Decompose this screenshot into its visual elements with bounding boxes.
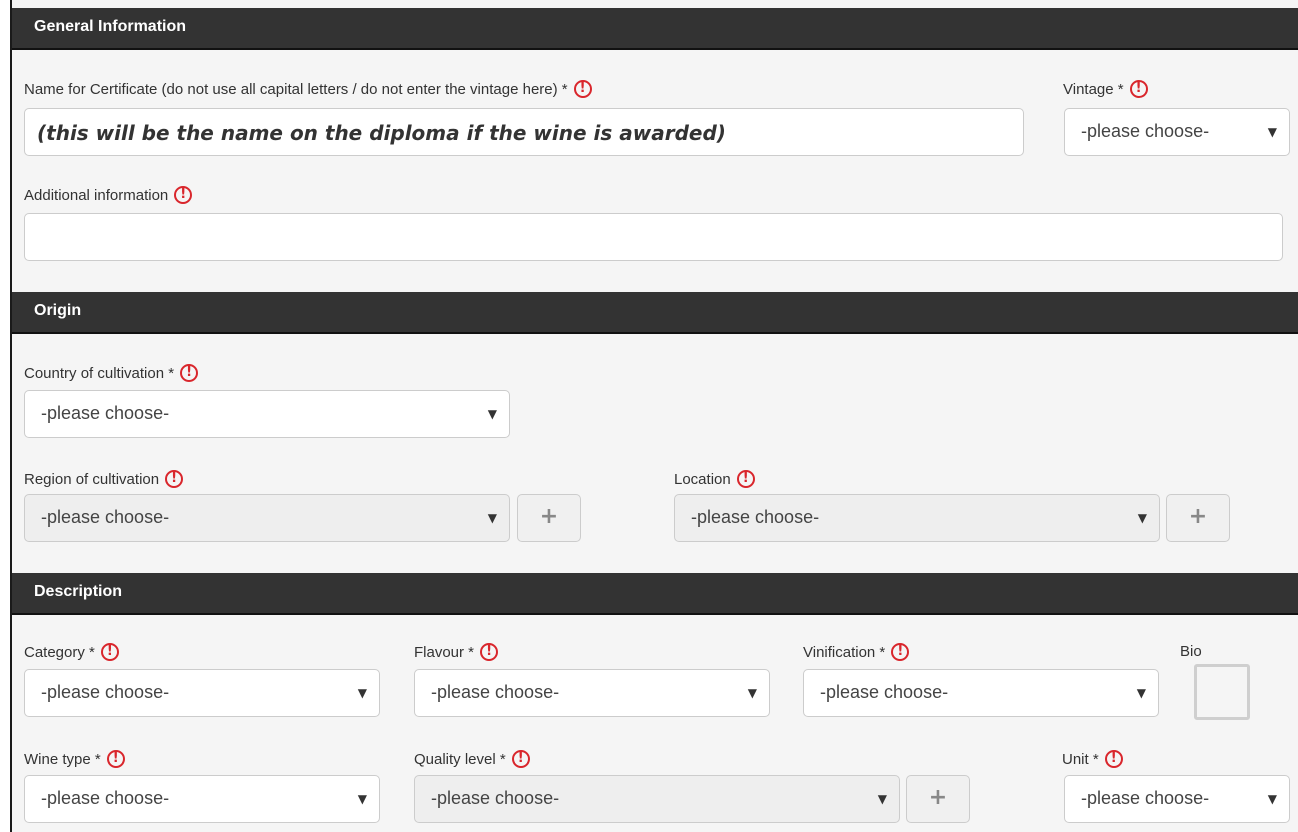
warning-icon[interactable]: ! — [106, 750, 125, 768]
region-select-value: -please choose- — [41, 507, 170, 527]
category-select[interactable]: -please choose- ▼ — [24, 669, 380, 717]
bio-checkbox[interactable] — [1194, 664, 1250, 720]
vintage-label-text: Vintage * — [1063, 80, 1124, 98]
warning-icon[interactable]: ! — [100, 643, 119, 661]
warning-icon[interactable]: ! — [180, 364, 199, 382]
vintage-label: Vintage * ! — [1063, 80, 1148, 98]
name-certificate-input[interactable]: (this will be the name on the diploma if… — [24, 108, 1024, 156]
vinification-select-value: -please choose- — [820, 682, 949, 702]
flavour-label-text: Flavour * — [414, 643, 475, 661]
quality-level-select[interactable]: -please choose- ▼ — [414, 775, 900, 823]
additional-info-label-text: Additional information — [24, 186, 169, 204]
chevron-down-icon: ▼ — [877, 792, 887, 806]
vintage-select-value: -please choose- — [1081, 121, 1210, 141]
name-certificate-label: Name for Certificate (do not use all cap… — [24, 80, 592, 98]
section-header-origin: Origin — [12, 292, 1298, 334]
warning-icon[interactable]: ! — [1104, 750, 1123, 768]
wine-type-select-value: -please choose- — [41, 788, 170, 808]
warning-icon[interactable]: ! — [891, 643, 910, 661]
quality-level-label: Quality level * ! — [414, 750, 530, 768]
region-select[interactable]: -please choose- ▼ — [24, 494, 510, 542]
chevron-down-icon: ▼ — [1267, 125, 1277, 139]
category-label-text: Category * — [24, 643, 95, 661]
warning-icon[interactable]: ! — [573, 80, 592, 98]
chevron-down-icon: ▼ — [1267, 792, 1277, 806]
vintage-select[interactable]: -please choose- ▼ — [1064, 108, 1290, 156]
form-panel: General Information Name for Certificate… — [10, 0, 1298, 832]
additional-info-label: Additional information ! — [24, 186, 193, 204]
country-label: Country of cultivation * ! — [24, 364, 199, 382]
unit-select-value: -please choose- — [1081, 788, 1210, 808]
category-label: Category * ! — [24, 643, 119, 661]
chevron-down-icon: ▼ — [747, 686, 757, 700]
unit-label: Unit * ! — [1062, 750, 1123, 768]
chevron-down-icon: ▼ — [487, 407, 497, 421]
vinification-select[interactable]: -please choose- ▼ — [803, 669, 1159, 717]
country-select[interactable]: -please choose- ▼ — [24, 390, 510, 438]
quality-level-select-value: -please choose- — [431, 788, 560, 808]
unit-label-text: Unit * — [1062, 750, 1099, 768]
name-certificate-label-text: Name for Certificate (do not use all cap… — [24, 80, 568, 98]
location-select[interactable]: -please choose- ▼ — [674, 494, 1160, 542]
chevron-down-icon: ▼ — [357, 686, 367, 700]
chevron-down-icon: ▼ — [1136, 686, 1146, 700]
section-header-description: Description — [12, 573, 1298, 615]
location-label: Location ! — [674, 470, 755, 488]
vinification-label: Vinification * ! — [803, 643, 910, 661]
warning-icon[interactable]: ! — [480, 643, 499, 661]
warning-icon[interactable]: ! — [165, 470, 184, 488]
location-label-text: Location — [674, 470, 731, 488]
location-select-value: -please choose- — [691, 507, 820, 527]
vinification-label-text: Vinification * — [803, 643, 886, 661]
wine-type-label-text: Wine type * — [24, 750, 101, 768]
warning-icon[interactable]: ! — [736, 470, 755, 488]
add-region-button[interactable]: + — [517, 494, 581, 542]
country-label-text: Country of cultivation * — [24, 364, 175, 382]
chevron-down-icon: ▼ — [1137, 511, 1147, 525]
warning-icon[interactable]: ! — [174, 186, 193, 204]
chevron-down-icon: ▼ — [487, 511, 497, 525]
flavour-select-value: -please choose- — [431, 682, 560, 702]
unit-select[interactable]: -please choose- ▼ — [1064, 775, 1290, 823]
wine-type-select[interactable]: -please choose- ▼ — [24, 775, 380, 823]
warning-icon[interactable]: ! — [511, 750, 530, 768]
add-quality-level-button[interactable]: + — [906, 775, 970, 823]
section-header-general: General Information — [12, 8, 1298, 50]
wine-type-label: Wine type * ! — [24, 750, 125, 768]
category-select-value: -please choose- — [41, 682, 170, 702]
flavour-label: Flavour * ! — [414, 643, 499, 661]
flavour-select[interactable]: -please choose- ▼ — [414, 669, 770, 717]
chevron-down-icon: ▼ — [357, 792, 367, 806]
region-label-text: Region of cultivation — [24, 470, 160, 488]
additional-info-input[interactable] — [24, 213, 1283, 261]
add-location-button[interactable]: + — [1166, 494, 1230, 542]
country-select-value: -please choose- — [41, 403, 170, 423]
region-label: Region of cultivation ! — [24, 470, 184, 488]
quality-level-label-text: Quality level * — [414, 750, 506, 768]
warning-icon[interactable]: ! — [1129, 80, 1148, 98]
bio-label: Bio — [1180, 643, 1202, 660]
